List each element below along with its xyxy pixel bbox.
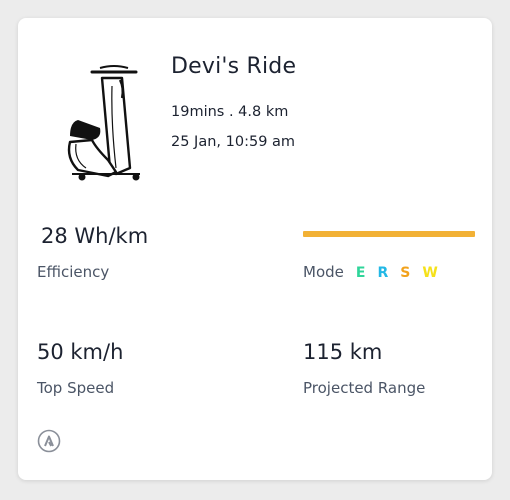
mode-row: Mode E R S W — [303, 263, 450, 281]
scooter-icon — [67, 65, 140, 181]
efficiency-label: Efficiency — [37, 263, 110, 281]
mode-ride: R — [377, 265, 389, 281]
projected-range-value: 115 km — [303, 340, 383, 364]
ride-datetime: 25 Jan, 10:59 am — [171, 134, 296, 150]
top-speed-label: Top Speed — [37, 379, 115, 397]
top-speed-value: 50 km/h — [37, 340, 124, 364]
projected-range-label: Projected Range — [303, 379, 426, 397]
mode-sport: S — [400, 265, 411, 281]
efficiency-value: 28 Wh/km — [41, 224, 149, 248]
ride-summary: 19mins . 4.8 km — [171, 104, 289, 120]
ride-title: Devi's Ride — [171, 54, 297, 79]
ather-logo-icon — [37, 429, 61, 453]
mode-eco: E — [355, 265, 366, 281]
mode-label: Mode — [303, 263, 344, 281]
mode-warp: W — [422, 265, 438, 281]
ride-card[interactable]: Devi's Ride 19mins . 4.8 km 25 Jan, 10:5… — [18, 18, 492, 480]
mode-bar — [303, 231, 475, 237]
